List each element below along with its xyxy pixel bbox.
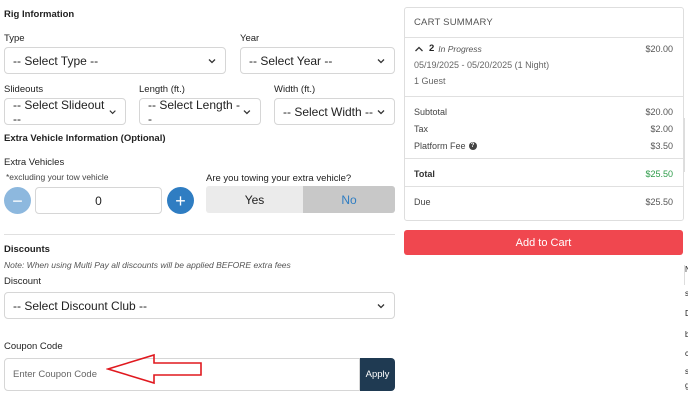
cart-divider	[405, 37, 683, 38]
width-label: Width (ft.)	[274, 84, 316, 95]
add-to-cart-button[interactable]: Add to Cart	[404, 230, 683, 255]
type-select-value: -- Select Type --	[13, 53, 99, 68]
slideouts-select-value: -- Select Slideout --	[13, 97, 105, 126]
year-select[interactable]: -- Select Year --	[240, 47, 395, 74]
cart-guests: 1 Guest	[414, 76, 446, 86]
chevron-down-icon	[208, 58, 216, 63]
width-select-value: -- Select Width --	[283, 104, 374, 119]
discount-select-value: -- Select Discount Club --	[13, 298, 148, 313]
type-label: Type	[4, 33, 25, 44]
minus-icon: −	[12, 190, 23, 211]
slideouts-select[interactable]: -- Select Slideout --	[4, 97, 126, 126]
tax-label: Tax	[414, 124, 429, 134]
chevron-down-icon	[377, 303, 385, 308]
extra-vehicles-note: *excluding your tow vehicle	[6, 172, 109, 182]
cart-item-status: In Progress	[438, 43, 482, 54]
chevron-up-icon	[415, 46, 423, 51]
discount-select[interactable]: -- Select Discount Club --	[4, 292, 395, 319]
chevron-down-icon	[109, 109, 116, 114]
length-label: Length (ft.)	[139, 84, 185, 95]
cart-divider	[405, 186, 683, 187]
cart-dates: 05/19/2025 - 05/20/2025 (1 Night)	[414, 60, 550, 70]
cart-title: CART SUMMARY	[414, 17, 493, 28]
width-select[interactable]: -- Select Width --	[274, 98, 395, 125]
extra-vehicles-label: Extra Vehicles	[4, 157, 65, 168]
discount-label: Discount	[4, 276, 41, 287]
tax-value: $2.00	[650, 124, 673, 134]
platform-fee-value: $3.50	[650, 141, 673, 151]
cart-item-count: 2	[429, 43, 435, 54]
type-select[interactable]: -- Select Type --	[4, 47, 226, 74]
coupon-label: Coupon Code	[4, 341, 63, 352]
subtotal-label: Subtotal	[414, 107, 448, 117]
apply-button[interactable]: Apply	[360, 358, 395, 391]
due-label: Due	[414, 197, 431, 207]
due-value: $25.50	[645, 197, 673, 207]
chevron-down-icon	[377, 58, 385, 63]
slideouts-label: Slideouts	[4, 84, 44, 95]
towing-question: Are you towing your extra vehicle?	[206, 173, 352, 184]
towing-no-button[interactable]: No	[303, 186, 395, 213]
length-select[interactable]: -- Select Length --	[139, 97, 261, 126]
year-label: Year	[240, 33, 260, 44]
year-select-value: -- Select Year --	[249, 53, 333, 68]
chevron-down-icon	[243, 109, 251, 114]
plus-icon: +	[175, 190, 186, 211]
extra-vehicles-count: 0	[95, 193, 102, 208]
total-value: $25.50	[645, 169, 673, 179]
platform-fee-row: Platform Fee ?	[414, 141, 477, 151]
total-label: Total	[414, 169, 435, 179]
cart-summary-panel: CART SUMMARY 2 In Progress $20.00 05/19/…	[404, 7, 684, 221]
decrement-button[interactable]: −	[4, 187, 31, 214]
extra-vehicles-input[interactable]: 0	[35, 187, 162, 214]
towing-yes-button[interactable]: Yes	[206, 186, 303, 213]
platform-fee-label: Platform Fee	[414, 141, 466, 151]
annotation-arrow-icon	[106, 353, 202, 385]
cart-item-amount: $20.00	[645, 44, 673, 54]
cart-divider	[405, 158, 683, 159]
rig-section-title: Rig Information	[4, 9, 75, 20]
discounts-note: Note: When using Multi Pay all discounts…	[4, 260, 291, 270]
extra-vehicle-section-title: Extra Vehicle Information (Optional)	[4, 133, 166, 144]
chevron-down-icon	[377, 109, 385, 114]
question-icon[interactable]: ?	[468, 142, 477, 150]
edge-divider	[684, 118, 685, 172]
cart-divider	[405, 96, 683, 97]
cart-item-toggle[interactable]: 2 In Progress	[414, 43, 482, 54]
length-select-value: -- Select Length --	[148, 97, 241, 126]
increment-button[interactable]: +	[167, 187, 194, 214]
discounts-section-title: Discounts	[4, 244, 50, 255]
subtotal-value: $20.00	[645, 107, 673, 117]
section-divider	[4, 234, 395, 235]
